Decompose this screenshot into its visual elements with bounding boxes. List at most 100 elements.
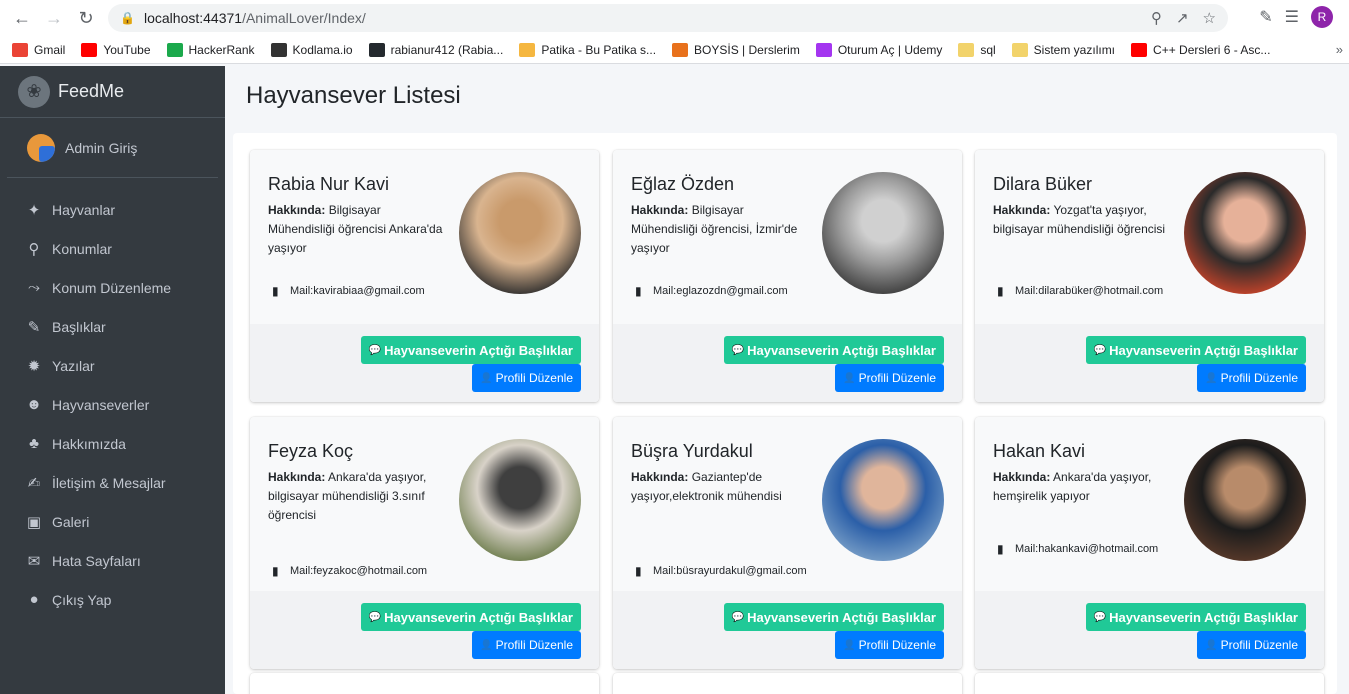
bookmark-label: Kodlama.io: [292, 42, 353, 57]
more-bookmarks-icon[interactable]: »: [1336, 42, 1343, 57]
animal-lover-card-partial: [613, 673, 962, 694]
topics-button[interactable]: 💬 Hayvanseverin Açtığı Başlıklar: [360, 336, 581, 364]
animal-lover-card: Hakan Kavi Hakkında: Ankara'da yaşıyor, h…: [975, 417, 1324, 669]
bookmark-item[interactable]: Gmail: [12, 42, 65, 57]
bookmark-item[interactable]: rabianur412 (Rabia...: [368, 42, 503, 57]
bookmark-item[interactable]: Oturum Aç | Udemy: [815, 42, 943, 57]
profile-avatar[interactable]: R: [1311, 6, 1333, 28]
bookmark-item[interactable]: HackerRank: [166, 42, 255, 57]
address-bar[interactable]: 🔒 localhost:44371 /AnimalLover/Index/ ⚲ …: [108, 4, 1228, 32]
sidebar-item-galeri[interactable]: ▣ Galeri: [0, 502, 225, 541]
browser-toolbar: ← → ↻ 🔒 localhost:44371 /AnimalLover/Ind…: [0, 0, 1349, 36]
card-mail: ▮ Mail:büsrayurdakul@gmail.com: [635, 563, 815, 580]
animal-lover-card: Dilara Büker Hakkında: Yozgat'ta yaşıyor,…: [975, 150, 1324, 402]
bookmark-label: C++ Dersleri 6 - Asc...: [1153, 42, 1271, 57]
back-icon[interactable]: ←: [6, 0, 38, 36]
reading-list-icon[interactable]: ☰: [1285, 7, 1299, 27]
topics-button[interactable]: 💬 Hayvanseverin Açtığı Başlıklar: [1085, 603, 1306, 631]
paw-logo-icon: ❀: [18, 75, 50, 108]
envelope-icon: ✉: [27, 552, 41, 570]
folder-icon: [958, 42, 975, 57]
extensions-icon[interactable]: ✎: [1259, 7, 1272, 27]
topics-button-label: Hayvanseverin Açtığı Başlıklar: [1109, 342, 1298, 358]
paw-icon: ✦: [27, 201, 41, 219]
card-body: Hakan Kavi Hakkında: Ankara'da yaşıyor, h…: [975, 417, 1324, 591]
brand-link[interactable]: ❀ FeedMe: [0, 66, 225, 118]
animal-lover-card: Feyza Koç Hakkında: Ankara'da yaşıyor, bi…: [250, 417, 599, 669]
topics-button[interactable]: 💬 Hayvanseverin Açtığı Başlıklar: [723, 603, 944, 631]
card-mail: ▮ Mail:dilarabüker@hotmail.com: [997, 283, 1177, 300]
card-footer: 💬 Hayvanseverin Açtığı Başlıklar 👤 Profili …: [250, 591, 599, 669]
bookmark-label: HackerRank: [188, 42, 255, 57]
share-icon[interactable]: ↗: [1176, 9, 1189, 27]
edit-profile-button-label: Profili Düzenle: [1220, 638, 1298, 652]
building-icon: ▮: [997, 542, 1004, 556]
cards-panel: Rabia Nur Kavi Hakkında: Bilgisayar Mühen…: [233, 133, 1337, 694]
user-icon: 👤: [480, 639, 493, 651]
edit-profile-button-label: Profili Düzenle: [495, 371, 573, 385]
bookmark-item[interactable]: Sistem yazılımı: [1011, 42, 1115, 57]
building-icon: ▮: [272, 564, 279, 578]
reload-icon[interactable]: ↻: [70, 0, 102, 36]
main-content: Hayvansever Listesi Rabia Nur Kavi Hakkın…: [225, 66, 1349, 694]
topics-button[interactable]: 💬 Hayvanseverin Açtığı Başlıklar: [1085, 336, 1306, 364]
edit-profile-button-label: Profili Düzenle: [495, 638, 573, 652]
bookmark-label: Oturum Aç | Udemy: [837, 42, 943, 57]
user-icon: 👤: [843, 639, 856, 651]
card-body: Dilara Büker Hakkında: Yozgat'ta yaşıyor,…: [975, 150, 1324, 324]
edit-profile-button[interactable]: 👤 Profili Düzenle: [835, 631, 944, 659]
sidebar-item-yazılar[interactable]: ✹ Yazılar: [0, 346, 225, 385]
about-label: Hakkında:: [993, 470, 1051, 484]
edit-profile-button[interactable]: 👤 Profili Düzenle: [472, 631, 581, 659]
profile-photo: [459, 439, 581, 561]
bookmark-item[interactable]: C++ Dersleri 6 - Asc...: [1131, 42, 1271, 57]
edit-profile-button[interactable]: 👤 Profili Düzenle: [472, 364, 581, 392]
github-icon: [368, 42, 385, 57]
patika-icon: [519, 42, 536, 57]
edit-profile-button[interactable]: 👤 Profili Düzenle: [1197, 364, 1306, 392]
edit-profile-button[interactable]: 👤 Profili Düzenle: [835, 364, 944, 392]
sidebar-item-hayvanseverler[interactable]: ☻ Hayvanseverler: [0, 385, 225, 424]
boysis-icon: [672, 42, 689, 57]
topics-button[interactable]: 💬 Hayvanseverin Açtığı Başlıklar: [360, 603, 581, 631]
sidebar-item-hayvanlar[interactable]: ✦ Hayvanlar: [0, 190, 225, 229]
animal-lover-card: Büşra Yurdakul Hakkında: Gaziantep'de yaş…: [613, 417, 962, 669]
topics-button-label: Hayvanseverin Açtığı Başlıklar: [384, 342, 573, 358]
bookmark-label: Patika - Bu Patika s...: [541, 42, 657, 57]
sidebar-item-label: Hata Sayfaları: [52, 552, 141, 569]
about-label: Hakkında:: [631, 203, 689, 217]
bookmark-item[interactable]: BOYSİS | Derslerim: [672, 42, 800, 57]
edit-profile-button-label: Profili Düzenle: [1220, 371, 1298, 385]
forward-icon[interactable]: →: [38, 0, 70, 36]
sidebar-item-hata-sayfaları[interactable]: ✉ Hata Sayfaları: [0, 541, 225, 580]
card-about: Hakkında: Bilgisayar Mühendisliği öğrenc…: [268, 201, 448, 258]
user-panel[interactable]: Admin Giriş: [7, 118, 218, 178]
card-mail: ▮ Mail:eglazozdn@gmail.com: [635, 283, 815, 300]
bookmark-item[interactable]: Patika - Bu Patika s...: [519, 42, 657, 57]
sidebar-item-label: Başlıklar: [52, 318, 106, 335]
zoom-icon[interactable]: ⚲: [1151, 9, 1162, 27]
star-icon[interactable]: ☆: [1203, 9, 1216, 27]
sidebar-item-i-letişim-mesajlar[interactable]: ✍ İletişim & Mesajlar: [0, 463, 225, 502]
sidebar-item-label: Hayvanseverler: [52, 396, 150, 413]
topics-button[interactable]: 💬 Hayvanseverin Açtığı Başlıklar: [723, 336, 944, 364]
sidebar-item-konumlar[interactable]: ⚲ Konumlar: [0, 229, 225, 268]
sidebar-item-konum-düzenleme[interactable]: ⤳ Konum Düzenleme: [0, 268, 225, 307]
topics-button-label: Hayvanseverin Açtığı Başlıklar: [747, 609, 936, 625]
bookmark-label: YouTube: [103, 42, 151, 57]
about-label: Hakkında:: [268, 203, 326, 217]
card-name: Eğlaz Özden: [631, 174, 735, 194]
card-mail: ▮ Mail:kavirabiaa@gmail.com: [272, 283, 452, 300]
sidebar-item-çıkış-yap[interactable]: ● Çıkış Yap: [0, 580, 225, 619]
sidebar-item-hakkımızda[interactable]: ♣ Hakkımızda: [0, 424, 225, 463]
bookmark-item[interactable]: sql: [958, 42, 996, 57]
card-name: Hakan Kavi: [993, 441, 1086, 461]
bookmark-item[interactable]: YouTube: [81, 42, 151, 57]
mail-text: Mail:feyzakoc@hotmail.com: [290, 565, 428, 577]
edit-profile-button[interactable]: 👤 Profili Düzenle: [1197, 631, 1306, 659]
user-icon: 👤: [480, 372, 493, 384]
sidebar-item-label: Konum Düzenleme: [52, 279, 172, 296]
bookmark-item[interactable]: Kodlama.io: [270, 42, 353, 57]
sidebar-item-başlıklar[interactable]: ✎ Başlıklar: [0, 307, 225, 346]
profile-photo: [1184, 439, 1306, 561]
